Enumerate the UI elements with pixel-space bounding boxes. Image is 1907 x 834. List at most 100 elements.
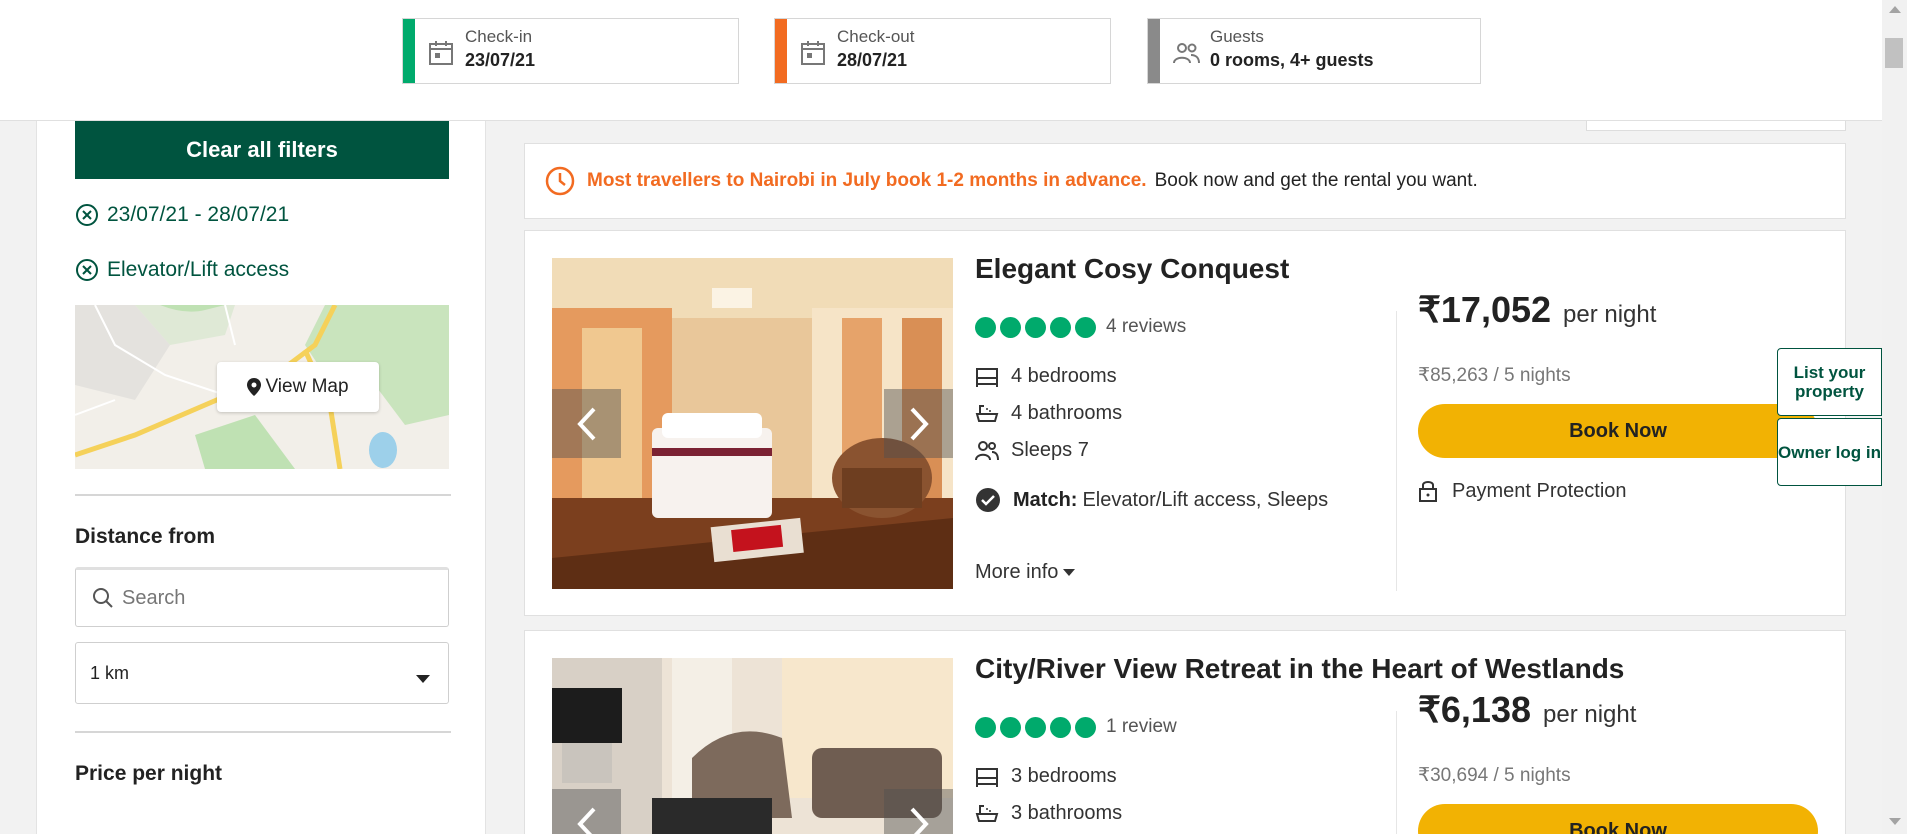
filter-chip-label: 23/07/21 - 28/07/21 [107, 203, 290, 226]
bathrooms-feature: 4 bathrooms [975, 402, 1122, 425]
per-night-label: per night [1543, 701, 1637, 728]
bathtub-icon [975, 804, 999, 822]
next-photo-button[interactable] [884, 789, 953, 834]
divider [1396, 311, 1397, 591]
price-block: ₹6,138 per night [1418, 689, 1636, 731]
rating-bubble [1000, 316, 1021, 338]
listing-card[interactable]: City/River View Retreat in the Heart of … [524, 630, 1846, 834]
rating-bubble [1075, 316, 1096, 338]
bedrooms-label: 4 bedrooms [1011, 365, 1117, 387]
listing-title[interactable]: City/River View Retreat in the Heart of … [975, 653, 1624, 685]
view-map-label: View Map [265, 376, 349, 397]
checkout-label: Check-out [837, 27, 915, 46]
rating-bubble [1025, 316, 1046, 338]
match-label: Match: [1013, 488, 1078, 511]
guests-field[interactable]: Guests 0 rooms, 4+ guests [1147, 18, 1481, 84]
listing-title[interactable]: Elegant Cosy Conquest [975, 253, 1289, 285]
remove-filter-icon [76, 259, 98, 281]
distance-search-input[interactable] [122, 586, 422, 610]
booking-notice: Most travellers to Nairobi in July book … [524, 143, 1846, 219]
divider [1396, 711, 1397, 834]
rating-bubble [1050, 316, 1071, 338]
rating-bubble [1050, 716, 1071, 738]
checkin-value: 23/07/21 [465, 50, 536, 70]
scroll-up-icon[interactable] [1889, 6, 1901, 13]
total-price: ₹85,263 / 5 nights [1418, 365, 1571, 386]
notice-highlight: Most travellers to Nairobi in July book … [587, 170, 1147, 191]
divider [75, 731, 451, 733]
reviews-count[interactable]: 1 review [1106, 716, 1177, 738]
distance-radius-select[interactable]: 1 km [75, 642, 449, 704]
map-preview[interactable]: View Map [75, 305, 449, 469]
nightly-price: ₹6,138 [1418, 689, 1531, 730]
checkin-field[interactable]: Check-in 23/07/21 [402, 18, 739, 84]
match-feature: Match: Elevator/Lift access, Sleeps [975, 487, 1328, 513]
people-icon [1173, 43, 1200, 64]
total-price: ₹30,694 / 5 nights [1418, 765, 1571, 786]
price-title: Price per night [75, 762, 223, 785]
page-scrollbar[interactable] [1882, 0, 1907, 834]
divider [75, 494, 451, 496]
reviews-count[interactable]: 4 reviews [1106, 316, 1186, 338]
chevron-left-icon [576, 807, 595, 834]
chevron-right-icon [910, 807, 929, 834]
owner-login-link[interactable]: Owner log in [1777, 418, 1882, 486]
checkin-accent [403, 19, 415, 83]
next-photo-button[interactable] [884, 389, 953, 458]
guests-label: Guests [1210, 27, 1264, 46]
clear-all-filters-button[interactable]: Clear all filters [75, 121, 449, 179]
checkin-label: Check-in [465, 27, 533, 46]
bathrooms-label: 4 bathrooms [1011, 402, 1123, 424]
guests-accent [1148, 19, 1160, 83]
chevron-right-icon [910, 407, 929, 440]
bedrooms-feature: 4 bedrooms [975, 365, 1117, 388]
listing-card[interactable]: Elegant Cosy Conquest 4 reviews 4 bedroo… [524, 230, 1846, 616]
check-circle-icon [976, 488, 1000, 512]
prev-photo-button[interactable] [552, 389, 621, 458]
lock-icon [1419, 481, 1437, 502]
search-bar: Check-in 23/07/21 Check-out 28/07/21 Gue… [0, 0, 1882, 121]
bed-icon [976, 767, 998, 787]
bathtub-icon [975, 404, 999, 422]
payment-protection-label: Payment Protection [1452, 479, 1627, 502]
sleeps-feature: Sleeps 7 [975, 439, 1089, 462]
bedrooms-label: 3 bedrooms [1011, 765, 1117, 787]
list-property-link[interactable]: List your property [1777, 348, 1882, 416]
match-text: Elevator/Lift access, Sleeps [1082, 488, 1329, 511]
bathrooms-feature: 3 bathrooms [975, 802, 1122, 825]
guests-value: 0 rooms, 4+ guests [1210, 50, 1374, 70]
remove-filter-icon [76, 204, 98, 226]
bathrooms-label: 3 bathrooms [1011, 802, 1123, 824]
sort-dropdown-partial[interactable] [1586, 121, 1846, 131]
distance-search-field[interactable] [75, 567, 449, 627]
rating-bubble [1000, 716, 1021, 738]
distance-radius-value: 1 km [90, 662, 130, 683]
checkout-value: 28/07/21 [837, 50, 908, 70]
chevron-left-icon [576, 407, 595, 440]
filter-chip-elevator[interactable]: Elevator/Lift access [75, 255, 289, 285]
scroll-thumb[interactable] [1885, 38, 1903, 68]
listing-photo[interactable] [552, 658, 953, 834]
checkout-field[interactable]: Check-out 28/07/21 [774, 18, 1111, 84]
checkout-accent [775, 19, 787, 83]
more-info-link[interactable]: More info [975, 561, 1076, 584]
chevron-down-icon [416, 675, 430, 683]
rating-bubble [1075, 716, 1096, 738]
prev-photo-button[interactable] [552, 789, 621, 834]
book-now-button[interactable]: Book Now [1418, 404, 1818, 458]
per-night-label: per night [1563, 301, 1657, 328]
rating-bubble [975, 316, 996, 338]
scroll-down-icon[interactable] [1889, 818, 1901, 825]
bedrooms-feature: 3 bedrooms [975, 765, 1117, 788]
clock-icon [545, 166, 575, 196]
calendar-icon [801, 41, 825, 65]
view-map-button[interactable]: View Map [217, 362, 379, 412]
nightly-price: ₹17,052 [1418, 289, 1552, 330]
distance-title: Distance from [75, 525, 216, 548]
book-now-button[interactable]: Book Now [1418, 804, 1818, 834]
listing-photo[interactable] [552, 258, 953, 589]
filter-sidebar: Clear all filters 23/07/21 - 28/07/21 El… [36, 121, 486, 834]
payment-protection[interactable]: Payment Protection [1418, 479, 1627, 503]
filter-chip-dates[interactable]: 23/07/21 - 28/07/21 [75, 200, 289, 230]
search-icon [93, 588, 113, 608]
